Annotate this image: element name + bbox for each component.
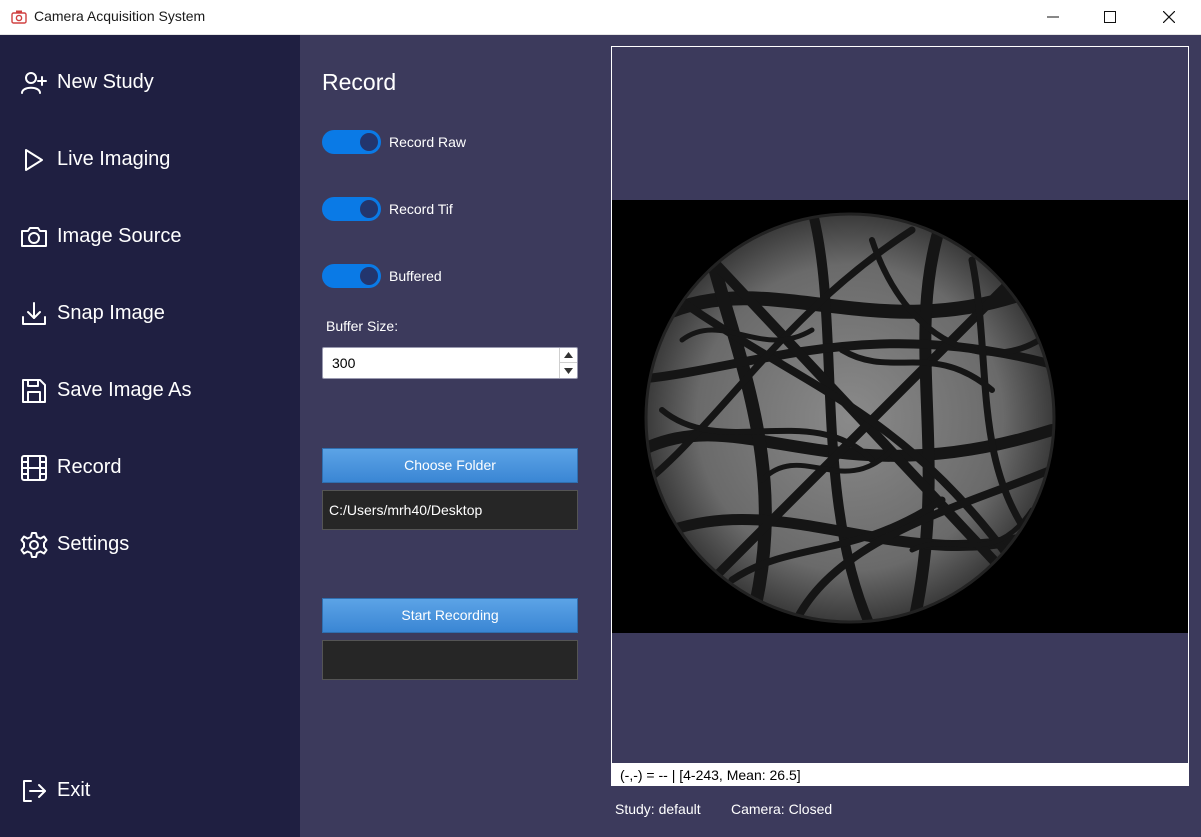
sidebar-item-new-study[interactable]: New Study: [0, 52, 300, 112]
sidebar-item-settings[interactable]: Settings: [0, 514, 300, 574]
maximize-button[interactable]: [1087, 0, 1133, 34]
buffered-toggle[interactable]: [322, 264, 381, 288]
camera-image[interactable]: [612, 200, 1188, 633]
camera-app-icon: [11, 10, 27, 24]
buffer-size-label: Buffer Size:: [326, 318, 399, 334]
buffer-size-spinbox[interactable]: 300: [322, 347, 578, 379]
buffered-row: Buffered: [322, 264, 442, 288]
film-icon: [21, 455, 47, 481]
camera-status: Camera: Closed: [731, 801, 833, 817]
study-status: Study: default: [615, 801, 701, 817]
toggle-knob: [360, 267, 378, 285]
record-tif-toggle[interactable]: [322, 197, 381, 221]
folder-path-field: C:/Users/mrh40/Desktop: [322, 490, 578, 530]
close-icon: [1163, 11, 1175, 23]
sidebar-item-label: New Study: [57, 71, 154, 93]
sidebar-item-save-image-as[interactable]: Save Image As: [0, 360, 300, 420]
chevron-down-icon: [564, 367, 573, 374]
add-user-icon: [21, 72, 47, 94]
buffer-size-value[interactable]: 300: [332, 355, 355, 371]
record-panel: Record Record Raw Record Tif Buffered Bu…: [300, 35, 611, 837]
sidebar-item-label: Image Source: [57, 225, 182, 247]
gear-icon: [20, 532, 48, 558]
spin-down-button[interactable]: [560, 363, 577, 378]
minimize-button[interactable]: [1030, 0, 1076, 34]
play-icon: [25, 149, 43, 171]
record-tif-label: Record Tif: [389, 201, 453, 217]
sidebar-item-label: Exit: [57, 779, 91, 801]
sidebar-item-snap-image[interactable]: Snap Image: [0, 283, 300, 343]
title-bar: Camera Acquisition System: [0, 0, 1201, 35]
image-viewer: (-,-) = -- | [4-243, Mean: 26.5] Study: …: [611, 35, 1201, 837]
download-icon: [22, 302, 46, 325]
panel-title: Record: [322, 69, 397, 95]
microscope-image: [644, 212, 1056, 624]
buffered-label: Buffered: [389, 268, 442, 284]
camera-icon: [21, 227, 47, 247]
sidebar-item-label: Settings: [57, 533, 130, 555]
toggle-knob: [360, 133, 378, 151]
minimize-icon: [1047, 16, 1059, 18]
spin-buttons: [559, 348, 577, 378]
sidebar-item-exit[interactable]: Exit: [0, 760, 300, 820]
recording-status-field: [322, 640, 578, 680]
record-raw-label: Record Raw: [389, 134, 467, 150]
pixel-status-line: (-,-) = -- | [4-243, Mean: 26.5]: [611, 764, 1189, 786]
sidebar-item-label: Record: [57, 456, 122, 478]
spin-up-button[interactable]: [560, 348, 577, 363]
maximize-icon: [1104, 11, 1116, 23]
record-tif-row: Record Tif: [322, 197, 453, 221]
record-raw-row: Record Raw: [322, 130, 466, 154]
sidebar-item-label: Save Image As: [57, 379, 192, 401]
image-frame[interactable]: [611, 46, 1189, 764]
window-title: Camera Acquisition System: [34, 8, 206, 24]
start-recording-button[interactable]: Start Recording: [322, 598, 578, 633]
sidebar-item-live-imaging[interactable]: Live Imaging: [0, 129, 300, 189]
sidebar-item-image-source[interactable]: Image Source: [0, 206, 300, 266]
close-button[interactable]: [1146, 0, 1192, 34]
chevron-up-icon: [564, 352, 573, 358]
sidebar-item-label: Live Imaging: [57, 148, 171, 170]
sidebar-item-label: Snap Image: [57, 302, 165, 324]
sidebar: New Study Live Imaging Image Source Snap…: [0, 35, 300, 837]
save-icon: [22, 379, 46, 403]
choose-folder-button[interactable]: Choose Folder: [322, 448, 578, 483]
toggle-knob: [360, 200, 378, 218]
record-raw-toggle[interactable]: [322, 130, 381, 154]
exit-icon: [23, 780, 46, 802]
sidebar-item-record[interactable]: Record: [0, 437, 300, 497]
